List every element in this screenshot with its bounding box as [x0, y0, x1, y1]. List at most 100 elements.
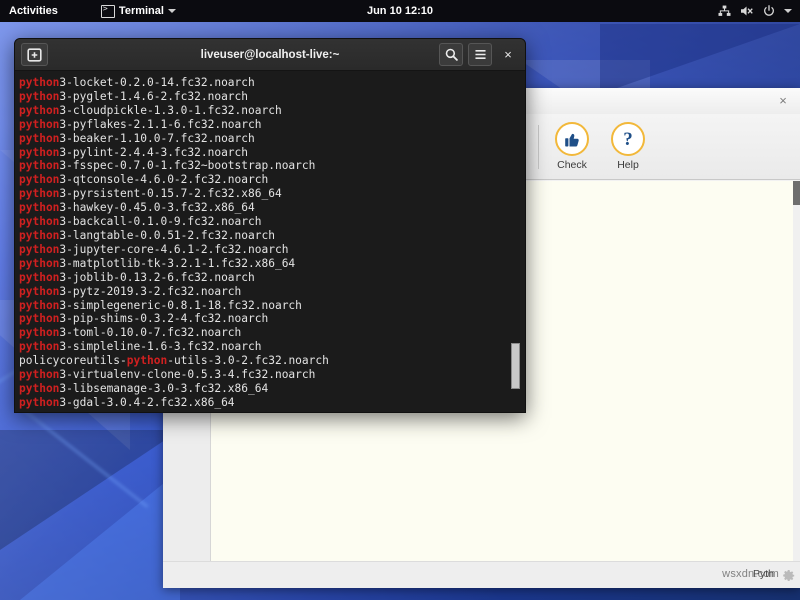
terminal-body[interactable]: python3-locket-0.2.0-14.fc32.noarchpytho…: [15, 71, 525, 413]
terminal-line: python3-qtconsole-4.6.0-2.fc32.noarch: [19, 173, 525, 187]
terminal-line-text: 3-beaker-1.10.0-7.fc32.noarch: [59, 132, 254, 145]
terminal-line-match: python: [19, 187, 59, 200]
terminal-line-match: python: [19, 90, 59, 103]
terminal-line-match: python: [19, 104, 59, 117]
chevron-down-icon: [168, 9, 176, 13]
volume-muted-icon[interactable]: [740, 5, 754, 17]
terminal-line-match: python: [19, 159, 59, 172]
app-menu-button[interactable]: Terminal: [101, 5, 176, 18]
terminal-line-match: python: [19, 257, 59, 270]
gear-icon: [780, 566, 796, 582]
terminal-line-text: 3-gdal-3.0.4-2.fc32.x86_64: [59, 396, 234, 409]
terminal-line-text: 3-pytz-2019.3-2.fc32.noarch: [59, 285, 241, 298]
terminal-line: python3-libsemanage-3.0-3.fc32.x86_64: [19, 382, 525, 396]
terminal-line-match: python: [19, 368, 59, 381]
terminal-line-text: 3-simplegeneric-0.8.1-18.fc32.noarch: [59, 299, 301, 312]
terminal-line: python3-pyrsistent-0.15.7-2.fc32.x86_64: [19, 187, 525, 201]
terminal-line-match: python: [19, 132, 59, 145]
terminal-line-text: 3-pip-shims-0.3.2-4.fc32.noarch: [59, 312, 268, 325]
terminal-line-match: python: [19, 326, 59, 339]
question-mark-icon: ?: [611, 122, 645, 156]
toolbar-button-help[interactable]: ? Help: [600, 122, 656, 171]
terminal-line: python3-fsspec-0.7.0-1.fc32~bootstrap.no…: [19, 159, 525, 173]
terminal-line-text: 3-jupyter-core-4.6.1-2.fc32.noarch: [59, 243, 288, 256]
toolbar-label-help: Help: [617, 159, 639, 171]
new-tab-icon[interactable]: [21, 43, 48, 66]
terminal-line-match: python: [19, 173, 59, 186]
app-menu-label: Terminal: [119, 5, 164, 17]
terminal-line: python3-virtualenv-clone-0.5.3-4.fc32.no…: [19, 368, 525, 382]
hamburger-menu-icon[interactable]: [468, 43, 492, 66]
terminal-line-text: 3-backcall-0.1.0-9.fc32.noarch: [59, 215, 261, 228]
terminal-line-match: python: [19, 396, 59, 409]
bg-window-close-button[interactable]: ×: [774, 92, 792, 110]
toolbar-divider: [538, 125, 539, 169]
terminal-line-text: 3-qtconsole-4.6.0-2.fc32.noarch: [59, 173, 268, 186]
terminal-line-match: python: [19, 118, 59, 131]
power-icon[interactable]: [763, 5, 775, 17]
bg-window-scrollbar-thumb[interactable]: [793, 181, 800, 205]
terminal-line-text: -utils-3.0-2.fc32.noarch: [167, 354, 329, 367]
terminal-line-text: 3-langtable-0.0.51-2.fc32.noarch: [59, 229, 275, 242]
terminal-line: python3-beaker-1.10.0-7.fc32.noarch: [19, 132, 525, 146]
wallpaper-facet: [20, 470, 180, 600]
terminal-line-match: python: [19, 201, 59, 214]
wallpaper-facet: [600, 24, 800, 94]
terminal-line: python3-pytz-2019.3-2.fc32.noarch: [19, 285, 525, 299]
terminal-line: python3-langtable-0.0.51-2.fc32.noarch: [19, 229, 525, 243]
terminal-scrollbar-thumb[interactable]: [511, 343, 520, 389]
terminal-line-match: python: [19, 146, 59, 159]
terminal-line-match: python: [19, 340, 59, 353]
gnome-top-bar: Activities Terminal Jun 10 12:10: [0, 0, 800, 22]
site-watermark: wsxdn.com: [722, 566, 796, 582]
terminal-titlebar: liveuser@localhost-live:~ ×: [15, 39, 525, 71]
terminal-line: python3-joblib-0.13.2-6.fc32.noarch: [19, 271, 525, 285]
terminal-window[interactable]: liveuser@localhost-live:~ ×: [14, 38, 526, 413]
terminal-line-text: 3-matplotlib-tk-3.2.1-1.fc32.x86_64: [59, 257, 295, 270]
terminal-line: python3-gdal-3.0.4-2.fc32.x86_64: [19, 396, 525, 410]
terminal-line-text: 3-joblib-0.13.2-6.fc32.noarch: [59, 271, 254, 284]
terminal-line: python3-cloudpickle-1.3.0-1.fc32.noarch: [19, 104, 525, 118]
terminal-line: python3-jupyter-core-4.6.1-2.fc32.noarch: [19, 243, 525, 257]
terminal-line-text: 3-virtualenv-clone-0.5.3-4.fc32.noarch: [59, 368, 315, 381]
system-tray: [718, 5, 792, 17]
terminal-line: python3-matplotlib-tk-3.2.1-1.fc32.x86_6…: [19, 257, 525, 271]
terminal-line: python3-hawkey-0.45.0-3.fc32.x86_64: [19, 201, 525, 215]
network-icon[interactable]: [718, 5, 731, 17]
terminal-line: policycoreutils-python-utils-3.0-2.fc32.…: [19, 354, 525, 368]
terminal-output: python3-locket-0.2.0-14.fc32.noarchpytho…: [17, 76, 525, 410]
terminal-line-match: python: [19, 215, 59, 228]
terminal-line-text: 3-toml-0.10.0-7.fc32.noarch: [59, 326, 241, 339]
terminal-line-match: python: [19, 271, 59, 284]
terminal-close-button[interactable]: ×: [497, 44, 519, 65]
terminal-line: python3-pyflakes-2.1.1-6.fc32.noarch: [19, 118, 525, 132]
terminal-line-text: 3-pyglet-1.4.6-2.fc32.noarch: [59, 90, 248, 103]
terminal-line-text: 3-pyflakes-2.1.1-6.fc32.noarch: [59, 118, 261, 131]
search-icon[interactable]: [439, 43, 463, 66]
terminal-line: python3-toml-0.10.0-7.fc32.noarch: [19, 326, 525, 340]
chevron-down-icon[interactable]: [784, 9, 792, 13]
terminal-scrollbar[interactable]: [512, 71, 523, 413]
terminal-line-match: python: [19, 285, 59, 298]
terminal-line-match: python: [127, 354, 167, 367]
terminal-line-prefix: policycoreutils-: [19, 354, 127, 367]
thumbs-up-icon: [555, 122, 589, 156]
terminal-line-text: 3-fsspec-0.7.0-1.fc32~bootstrap.noarch: [59, 159, 315, 172]
terminal-line: python3-simplegeneric-0.8.1-18.fc32.noar…: [19, 299, 525, 313]
terminal-line: python3-pylint-2.4.4-3.fc32.noarch: [19, 146, 525, 160]
terminal-line-match: python: [19, 299, 59, 312]
desktop-screen: × Zoom-in: [0, 0, 800, 600]
terminal-line-text: 3-pyrsistent-0.15.7-2.fc32.x86_64: [59, 187, 281, 200]
activities-button[interactable]: Activities: [0, 0, 67, 22]
terminal-line-match: python: [19, 243, 59, 256]
terminal-line: python3-simpleline-1.6-3.fc32.noarch: [19, 340, 525, 354]
terminal-line-match: python: [19, 76, 59, 89]
terminal-line-text: 3-pylint-2.4.4-3.fc32.noarch: [59, 146, 248, 159]
terminal-line-text: 3-hawkey-0.45.0-3.fc32.x86_64: [59, 201, 254, 214]
watermark-text: wsxdn.com: [722, 568, 779, 580]
terminal-line-match: python: [19, 312, 59, 325]
terminal-line: python3-pip-shims-0.3.2-4.fc32.noarch: [19, 312, 525, 326]
toolbar-button-check[interactable]: Check: [544, 122, 600, 171]
terminal-line-match: python: [19, 229, 59, 242]
bg-window-vertical-scrollbar[interactable]: [793, 181, 800, 562]
